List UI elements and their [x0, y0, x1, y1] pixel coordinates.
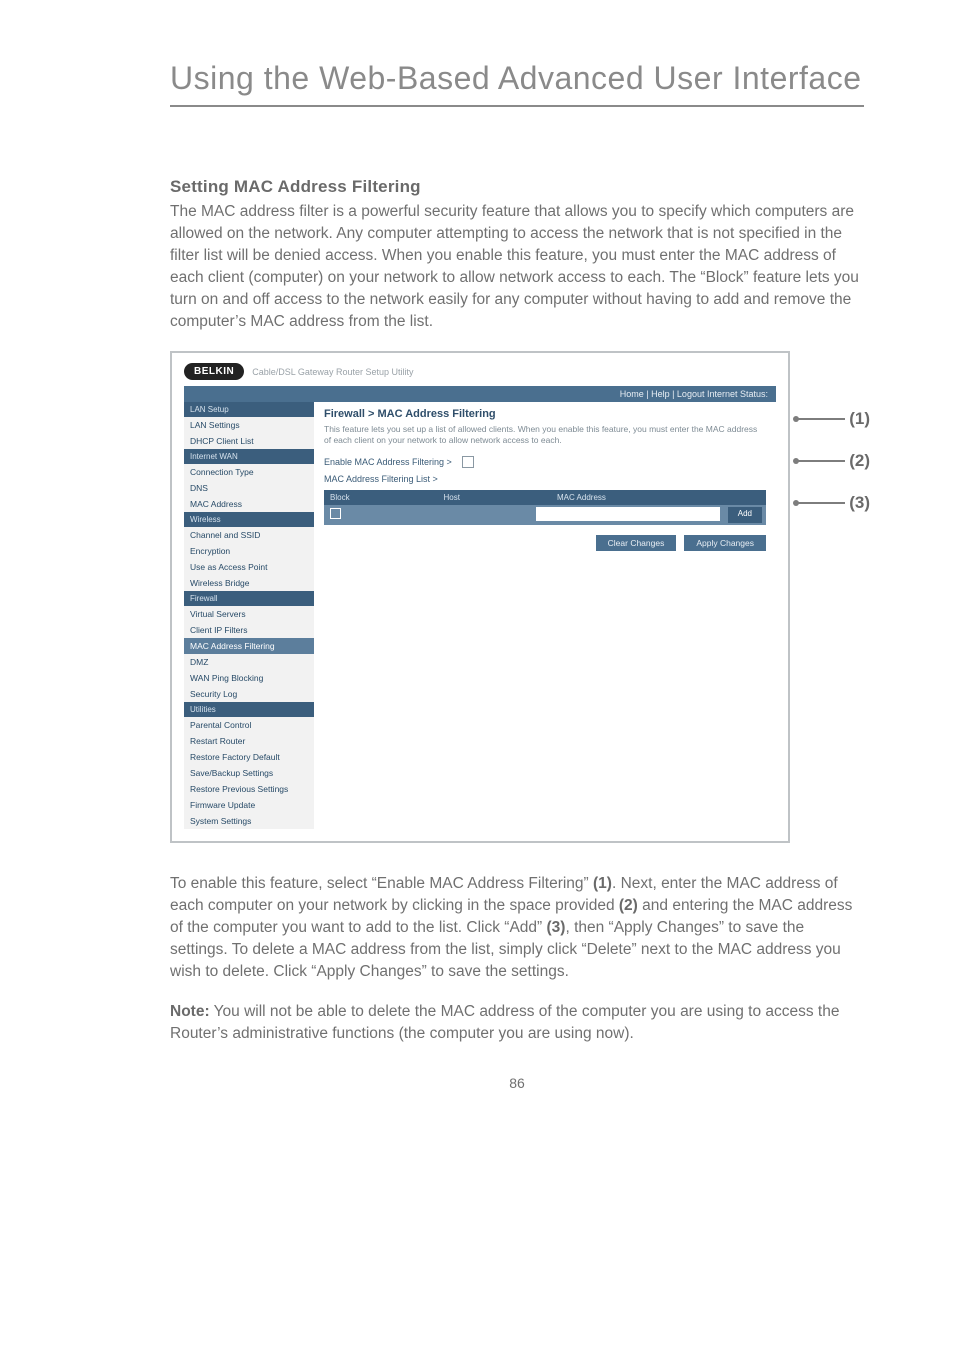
th-mac: MAC Address: [551, 490, 766, 505]
sidebar-item[interactable]: MAC Address: [184, 496, 314, 512]
howto-paragraph: To enable this feature, select “Enable M…: [170, 873, 864, 983]
clear-changes-button[interactable]: Clear Changes: [596, 535, 677, 551]
sidebar-item[interactable]: Use as Access Point: [184, 559, 314, 575]
section-heading: Setting MAC Address Filtering: [170, 177, 864, 197]
sidebar: LAN SetupLAN SettingsDHCP Client ListInt…: [184, 402, 314, 829]
apply-changes-button[interactable]: Apply Changes: [684, 535, 766, 551]
sidebar-item[interactable]: MAC Address Filtering: [184, 638, 314, 654]
filtering-list-label: MAC Address Filtering List >: [324, 474, 766, 484]
sidebar-item[interactable]: Virtual Servers: [184, 606, 314, 622]
sidebar-item[interactable]: DNS: [184, 480, 314, 496]
sidebar-item[interactable]: Channel and SSID: [184, 527, 314, 543]
page-number: 86: [170, 1075, 864, 1091]
sidebar-group-header: Utilities: [184, 702, 314, 717]
sidebar-item[interactable]: Wireless Bridge: [184, 575, 314, 591]
callout-2: (2): [797, 451, 870, 471]
callout-3: (3): [797, 493, 870, 513]
mac-filter-table: Block Host MAC Address Add: [324, 490, 766, 525]
sidebar-group-header: Wireless: [184, 512, 314, 527]
sidebar-item[interactable]: Firmware Update: [184, 797, 314, 813]
sidebar-item[interactable]: Connection Type: [184, 464, 314, 480]
intro-paragraph: The MAC address filter is a powerful sec…: [170, 201, 864, 333]
brand-logo: BELKIN: [184, 363, 244, 380]
enable-filtering-label: Enable MAC Address Filtering >: [324, 457, 452, 467]
sidebar-item[interactable]: Client IP Filters: [184, 622, 314, 638]
callout-1: (1): [797, 409, 870, 429]
sidebar-item[interactable]: WAN Ping Blocking: [184, 670, 314, 686]
sidebar-item[interactable]: Restore Previous Settings: [184, 781, 314, 797]
sidebar-item[interactable]: System Settings: [184, 813, 314, 829]
top-nav-bar[interactable]: Home | Help | Logout Internet Status:: [184, 386, 776, 402]
sidebar-item[interactable]: DMZ: [184, 654, 314, 670]
sidebar-item[interactable]: Restore Factory Default: [184, 749, 314, 765]
sidebar-group-header: Firewall: [184, 591, 314, 606]
router-screenshot: BELKIN Cable/DSL Gateway Router Setup Ut…: [170, 351, 864, 843]
sidebar-item[interactable]: LAN Settings: [184, 417, 314, 433]
sidebar-item[interactable]: Restart Router: [184, 733, 314, 749]
sidebar-group-header: Internet WAN: [184, 449, 314, 464]
panel-description: This feature lets you set up a list of a…: [324, 424, 766, 446]
mac-address-input[interactable]: [536, 507, 720, 521]
panel-title: Firewall > MAC Address Filtering: [324, 408, 766, 420]
brand-subtitle: Cable/DSL Gateway Router Setup Utility: [252, 367, 413, 377]
sidebar-item[interactable]: Security Log: [184, 686, 314, 702]
sidebar-item[interactable]: Encryption: [184, 543, 314, 559]
th-block: Block: [324, 490, 438, 505]
sidebar-item[interactable]: Save/Backup Settings: [184, 765, 314, 781]
chapter-title: Using the Web-Based Advanced User Interf…: [170, 60, 864, 107]
enable-filtering-checkbox[interactable]: [462, 456, 474, 468]
note-paragraph: Note: You will not be able to delete the…: [170, 1001, 864, 1045]
sidebar-item[interactable]: DHCP Client List: [184, 433, 314, 449]
add-button[interactable]: Add: [728, 507, 762, 523]
th-host: Host: [438, 490, 552, 505]
row-block-checkbox[interactable]: [330, 508, 341, 519]
sidebar-item[interactable]: Parental Control: [184, 717, 314, 733]
sidebar-group-header: LAN Setup: [184, 402, 314, 417]
